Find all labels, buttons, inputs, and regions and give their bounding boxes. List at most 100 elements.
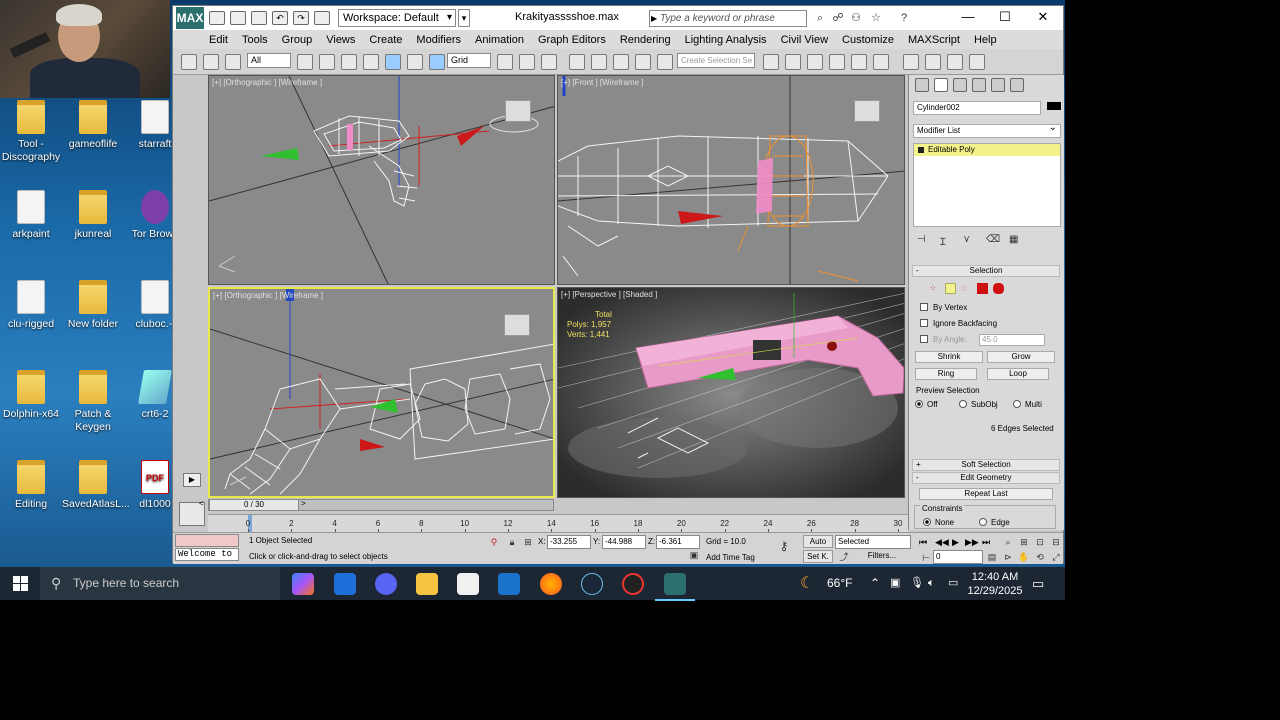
- project-folder-icon[interactable]: [314, 11, 330, 25]
- copilot-icon[interactable]: [292, 573, 314, 595]
- border-subobject-icon[interactable]: ◌: [961, 283, 972, 294]
- steam-icon[interactable]: [581, 573, 603, 595]
- reference-coordinate-dropdown[interactable]: Grid: [447, 53, 491, 68]
- outlook-icon[interactable]: [498, 573, 520, 595]
- network-icon[interactable]: ▭: [948, 567, 958, 600]
- search-input[interactable]: Type a keyword or phrase: [649, 10, 807, 27]
- modifier-list-dropdown[interactable]: Modifier List: [913, 122, 1061, 138]
- go-to-start-icon[interactable]: ⏮: [919, 537, 927, 548]
- prev-frame-arrow-icon[interactable]: <: [199, 499, 204, 508]
- motion-tab-icon[interactable]: [972, 78, 986, 92]
- menu-customize[interactable]: Customize: [842, 34, 894, 46]
- menu-edit[interactable]: Edit: [209, 34, 228, 46]
- redo-icon[interactable]: ↷: [293, 11, 309, 25]
- maximize-viewport-icon[interactable]: ⤢: [1049, 550, 1063, 564]
- shrink-button[interactable]: Shrink: [915, 351, 983, 363]
- default-tangent-icon[interactable]: ⤴: [837, 550, 851, 564]
- firefox-icon[interactable]: [540, 573, 562, 595]
- zoom-extents-icon[interactable]: ⊡: [1033, 535, 1047, 549]
- rotate-icon[interactable]: [407, 54, 423, 70]
- discord-icon[interactable]: [375, 573, 397, 595]
- make-unique-icon[interactable]: ⋎: [963, 234, 975, 246]
- menu-modifiers[interactable]: Modifiers: [416, 34, 461, 46]
- key-mode-toggle-icon[interactable]: ⊢: [919, 551, 933, 565]
- store-bag-icon[interactable]: [457, 573, 479, 595]
- constraint-edge-radio[interactable]: Edge: [979, 518, 1010, 527]
- scale-icon[interactable]: [429, 54, 445, 70]
- desktop-icon[interactable]: Editing: [0, 460, 62, 511]
- volume-icon[interactable]: 🔈︎: [928, 567, 935, 600]
- close-button[interactable]: ✕: [1023, 6, 1063, 28]
- viewport-label[interactable]: [+] [Orthographic ] [Wireframe ]: [212, 78, 322, 87]
- desktop-icon[interactable]: Dolphin-x64: [0, 370, 62, 421]
- keyboard-shortcut-override-icon[interactable]: [541, 54, 557, 70]
- create-tab-icon[interactable]: [915, 78, 929, 92]
- by-angle-checkbox[interactable]: By Angle:: [920, 335, 967, 344]
- zoom-extents-all-icon[interactable]: ⊟: [1049, 535, 1063, 549]
- selection-rollout-header[interactable]: - Selection: [912, 265, 1060, 277]
- time-tag-icon[interactable]: ▣: [687, 548, 701, 562]
- named-selection-set-dropdown[interactable]: Create Selection Se: [677, 53, 755, 68]
- material-editor-icon[interactable]: [903, 54, 919, 70]
- desktop-icon[interactable]: arkpaint: [0, 190, 62, 241]
- preview-multi-radio[interactable]: Multi: [1013, 400, 1042, 409]
- object-color-swatch[interactable]: [1047, 102, 1061, 110]
- remove-modifier-icon[interactable]: ⌫: [986, 234, 1000, 246]
- pan-hand-icon[interactable]: ✋: [1017, 550, 1031, 564]
- desktop-icon[interactable]: New folder: [62, 280, 124, 331]
- select-object-icon[interactable]: [297, 54, 313, 70]
- scene-explorer-icon[interactable]: [807, 54, 823, 70]
- percent-snap-icon[interactable]: [613, 54, 629, 70]
- filters-button[interactable]: Filters...: [853, 550, 911, 563]
- microsoft-store-icon[interactable]: [334, 573, 356, 595]
- stack-item-editable-poly[interactable]: Editable Poly: [914, 144, 1060, 156]
- utilities-tab-icon[interactable]: [1010, 78, 1024, 92]
- track-bar[interactable]: 0 2 4 6 8 10 12 14 16 18 20 22 24 26 28 30: [208, 514, 908, 533]
- app-logo-icon[interactable]: MAX: [176, 7, 204, 29]
- binoculars-icon[interactable]: ⌕: [813, 11, 827, 25]
- menu-create[interactable]: Create: [369, 34, 402, 46]
- desktop-icon[interactable]: clu-rigged: [0, 280, 62, 331]
- time-slider[interactable]: 0 / 30 < >: [199, 499, 554, 511]
- play-icon[interactable]: ▶: [952, 537, 959, 548]
- add-time-tag-button[interactable]: Add Time Tag: [706, 553, 755, 562]
- set-key-button[interactable]: Set K.: [803, 550, 833, 563]
- mirror-icon[interactable]: [763, 54, 779, 70]
- desktop-icon[interactable]: SavedAtlasL...: [62, 460, 130, 511]
- viewcube[interactable]: [854, 100, 880, 122]
- ignore-backfacing-checkbox[interactable]: Ignore Backfacing: [920, 319, 997, 328]
- taskbar-search-input[interactable]: ⚲ Type here to search: [40, 567, 280, 600]
- move-icon[interactable]: [385, 54, 401, 70]
- element-subobject-icon[interactable]: [993, 283, 1004, 294]
- zoom-icon[interactable]: ⌕: [1001, 535, 1015, 549]
- help-icon[interactable]: ?: [897, 11, 911, 25]
- menu-views[interactable]: Views: [326, 34, 355, 46]
- time-slider-thumb[interactable]: 0 / 30: [209, 499, 299, 511]
- preview-subobj-radio[interactable]: SubObj: [959, 400, 998, 409]
- viewport-label[interactable]: [+] [Orthographic ] [Wireframe ]: [213, 291, 323, 300]
- rendered-frame-window-icon[interactable]: [947, 54, 963, 70]
- edge-subobject-icon[interactable]: [945, 283, 956, 294]
- viewport-label[interactable]: [+] [Perspective ] [Shaded ]: [561, 290, 657, 299]
- clock[interactable]: 12:40 AM 12/29/2025: [965, 570, 1025, 598]
- menu-tools[interactable]: Tools: [242, 34, 268, 46]
- current-frame-field[interactable]: 0: [933, 550, 983, 564]
- viewport-orthographic-top[interactable]: [+] [Orthographic ] [Wireframe ]: [208, 75, 555, 285]
- snaps-toggle-icon[interactable]: [569, 54, 585, 70]
- display-tab-icon[interactable]: [991, 78, 1005, 92]
- modify-tab-icon[interactable]: [934, 78, 948, 92]
- open-file-icon[interactable]: [230, 11, 246, 25]
- by-angle-field[interactable]: 45.0: [979, 334, 1045, 346]
- favorites-star-icon[interactable]: ☆: [869, 11, 883, 25]
- by-vertex-checkbox[interactable]: By Vertex: [920, 303, 967, 312]
- align-icon[interactable]: [785, 54, 801, 70]
- vertex-subobject-icon[interactable]: ⁘: [929, 283, 940, 294]
- polygon-subobject-icon[interactable]: [977, 283, 988, 294]
- hierarchy-tab-icon[interactable]: [953, 78, 967, 92]
- workspace-dropdown[interactable]: Workspace: Default: [338, 9, 456, 27]
- pin-stack-icon[interactable]: ⊣: [917, 234, 929, 246]
- maxscript-listener-mini[interactable]: [175, 534, 239, 547]
- windows-start-icon[interactable]: [13, 576, 28, 591]
- obs-icon[interactable]: [622, 573, 644, 595]
- undo-icon[interactable]: ↶: [272, 11, 288, 25]
